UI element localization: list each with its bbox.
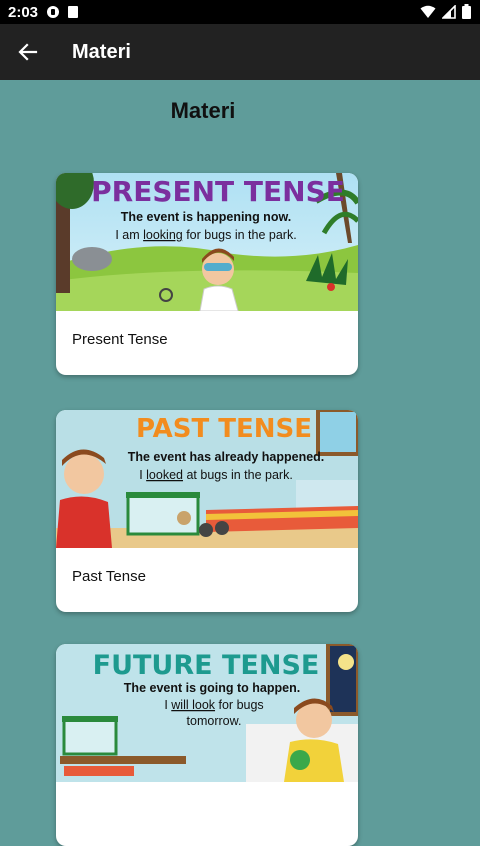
present-tense-banner-image: PRESENT TENSE The event is happening now… <box>56 173 358 311</box>
signal-icon <box>442 4 456 19</box>
banner-line-1: The event is going to happen. <box>124 681 300 695</box>
arrow-left-icon <box>18 43 38 61</box>
materi-card-present-tense[interactable]: PRESENT TENSE The event is happening now… <box>56 173 358 375</box>
status-icons <box>420 4 471 19</box>
card-caption: Present Tense <box>72 331 168 348</box>
banner-line-3: tomorrow. <box>187 714 242 728</box>
banner-line-1: The event has already happened. <box>128 450 325 464</box>
future-tense-banner-image: FUTURE TENSE The event is going to happe… <box>56 644 358 782</box>
battery-icon <box>462 4 471 19</box>
banner-line-2: I will look for bugs <box>164 698 263 712</box>
banner-title: PRESENT TENSE <box>91 175 345 208</box>
banner-line-2: I am looking for bugs in the park. <box>115 228 296 242</box>
back-button[interactable] <box>0 24 56 80</box>
banner-line-1: The event is happening now. <box>121 210 291 224</box>
banner-title: FUTURE TENSE <box>93 650 320 681</box>
status-time: 2:03 <box>8 3 39 21</box>
banner-title: PAST TENSE <box>136 414 312 444</box>
page-title: Materi <box>170 98 236 123</box>
notification-app-icon <box>47 6 60 18</box>
card-caption: Past Tense <box>72 568 146 585</box>
materi-card-future-tense[interactable]: FUTURE TENSE The event is going to happe… <box>56 644 358 846</box>
materi-card-past-tense[interactable]: PAST TENSE The event has already happene… <box>56 410 358 612</box>
wifi-icon <box>420 5 436 18</box>
sd-card-icon <box>68 6 79 18</box>
banner-line-2: I looked at bugs in the park. <box>139 468 293 482</box>
status-bar: 2:03 <box>0 0 480 24</box>
past-tense-banner-image: PAST TENSE The event has already happene… <box>56 410 358 548</box>
app-bar: Materi <box>0 24 480 80</box>
app-bar-title: Materi <box>72 40 131 63</box>
